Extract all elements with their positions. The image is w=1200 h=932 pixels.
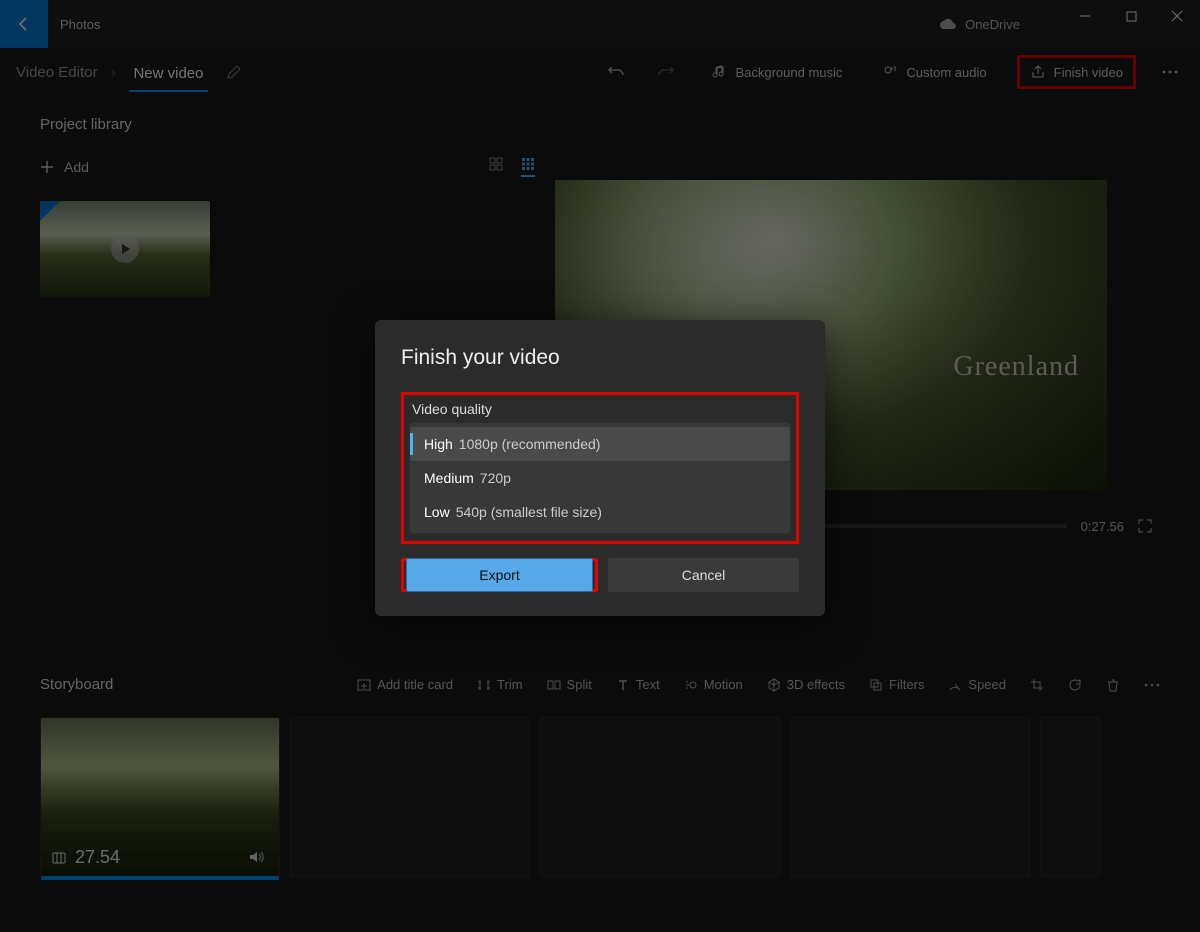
maximize-button[interactable] [1108, 0, 1154, 32]
storyboard-empty-slot[interactable] [540, 717, 780, 877]
fullscreen-icon [1138, 519, 1152, 533]
add-label: Add [64, 159, 89, 175]
speed-button[interactable]: Speed [948, 677, 1006, 692]
grid-large-view[interactable] [489, 157, 503, 177]
delete-button[interactable] [1106, 678, 1120, 692]
close-button[interactable] [1154, 0, 1200, 32]
cloud-icon [939, 18, 957, 30]
add-media-button[interactable]: Add [40, 159, 89, 175]
trash-icon [1106, 678, 1120, 692]
3d-effects-button[interactable]: 3D effects [767, 677, 845, 692]
storyboard-empty-slot[interactable] [290, 717, 530, 877]
grid-small-view[interactable] [521, 157, 535, 177]
play-overlay [111, 235, 139, 263]
trim-icon [477, 678, 491, 692]
text-icon [616, 678, 630, 692]
motion-button[interactable]: Motion [684, 677, 743, 692]
redo-icon [657, 63, 675, 81]
dialog-title: Finish your video [401, 346, 799, 370]
minimize-button[interactable] [1062, 0, 1108, 32]
filters-icon [869, 678, 883, 692]
chevron-right-icon: › [111, 65, 115, 79]
filters-button[interactable]: Filters [869, 677, 924, 692]
crop-icon [1030, 678, 1044, 692]
video-quality-label: Video quality [412, 401, 790, 417]
clip-volume-button[interactable] [247, 848, 265, 866]
app-name: Photos [60, 17, 100, 32]
duration-icon [51, 850, 67, 866]
window-controls [1062, 0, 1200, 32]
header-bar: Video Editor › New video Background musi… [0, 48, 1200, 96]
speed-icon [948, 678, 962, 692]
preview-caption: Greenland [953, 351, 1079, 383]
export-icon [1030, 64, 1046, 80]
rotate-button[interactable] [1068, 678, 1082, 692]
quality-option-low[interactable]: Low 540p (smallest file size) [410, 495, 790, 529]
quality-option-high[interactable]: High 1080p (recommended) [410, 427, 790, 461]
quality-option-medium[interactable]: Medium 720p [410, 461, 790, 495]
export-button[interactable]: Export [406, 558, 593, 592]
ellipsis-icon [1162, 70, 1178, 74]
custom-audio-button[interactable]: Custom audio [872, 58, 996, 86]
split-icon [547, 678, 561, 692]
motion-icon [684, 678, 698, 692]
storyboard-more-button[interactable] [1144, 683, 1160, 687]
undo-icon [607, 63, 625, 81]
minimize-icon [1079, 10, 1091, 22]
plus-icon [40, 160, 54, 174]
cancel-button[interactable]: Cancel [608, 558, 799, 592]
finish-video-button[interactable]: Finish video [1017, 55, 1136, 89]
export-button-highlight: Export [401, 558, 598, 592]
crop-button[interactable] [1030, 678, 1044, 692]
audio-sliders-icon [882, 64, 898, 80]
storyboard-clip[interactable]: 27.54 [40, 717, 280, 877]
trim-button[interactable]: Trim [477, 677, 523, 692]
grid-large-icon [489, 157, 503, 171]
close-icon [1171, 10, 1183, 22]
back-button[interactable] [0, 0, 48, 48]
ellipsis-icon [1144, 683, 1160, 687]
cube-icon [767, 678, 781, 692]
rotate-icon [1068, 678, 1082, 692]
finish-video-label: Finish video [1054, 65, 1123, 80]
undo-button[interactable] [601, 57, 631, 87]
titlebar: Photos OneDrive [0, 0, 1200, 48]
rename-button[interactable] [226, 64, 242, 80]
video-quality-block: Video quality High 1080p (recommended) M… [401, 392, 799, 544]
title-card-icon [357, 678, 371, 692]
fullscreen-button[interactable] [1138, 519, 1152, 533]
selected-corner-icon [40, 201, 60, 221]
split-button[interactable]: Split [547, 677, 592, 692]
volume-icon [247, 848, 265, 866]
redo-button[interactable] [651, 57, 681, 87]
custom-audio-label: Custom audio [906, 65, 986, 80]
library-clip-thumbnail[interactable] [40, 201, 210, 297]
clip-duration[interactable]: 27.54 [51, 847, 120, 868]
background-music-button[interactable]: Background music [701, 58, 852, 86]
maximize-icon [1126, 11, 1137, 22]
music-note-icon [711, 64, 727, 80]
breadcrumb-root[interactable]: Video Editor [16, 64, 97, 81]
project-name[interactable]: New video [129, 53, 207, 92]
storyboard-empty-slot[interactable] [1040, 717, 1100, 877]
storyboard-panel: Storyboard Add title card Trim Split Tex… [0, 656, 1200, 877]
storyboard-empty-slot[interactable] [790, 717, 1030, 877]
storyboard-title: Storyboard [40, 676, 113, 693]
grid-small-icon [521, 157, 535, 171]
more-button[interactable] [1156, 64, 1184, 80]
library-title: Project library [40, 116, 535, 133]
video-quality-dropdown[interactable]: High 1080p (recommended) Medium 720p Low… [410, 423, 790, 533]
finish-video-dialog: Finish your video Video quality High 108… [375, 320, 825, 616]
arrow-left-icon [16, 16, 32, 32]
background-music-label: Background music [735, 65, 842, 80]
onedrive-status[interactable]: OneDrive [939, 17, 1020, 32]
text-button[interactable]: Text [616, 677, 660, 692]
onedrive-label: OneDrive [965, 17, 1020, 32]
time-total: 0:27.56 [1081, 519, 1124, 534]
add-title-card-button[interactable]: Add title card [357, 677, 453, 692]
pencil-icon [226, 64, 242, 80]
play-icon [119, 243, 131, 255]
